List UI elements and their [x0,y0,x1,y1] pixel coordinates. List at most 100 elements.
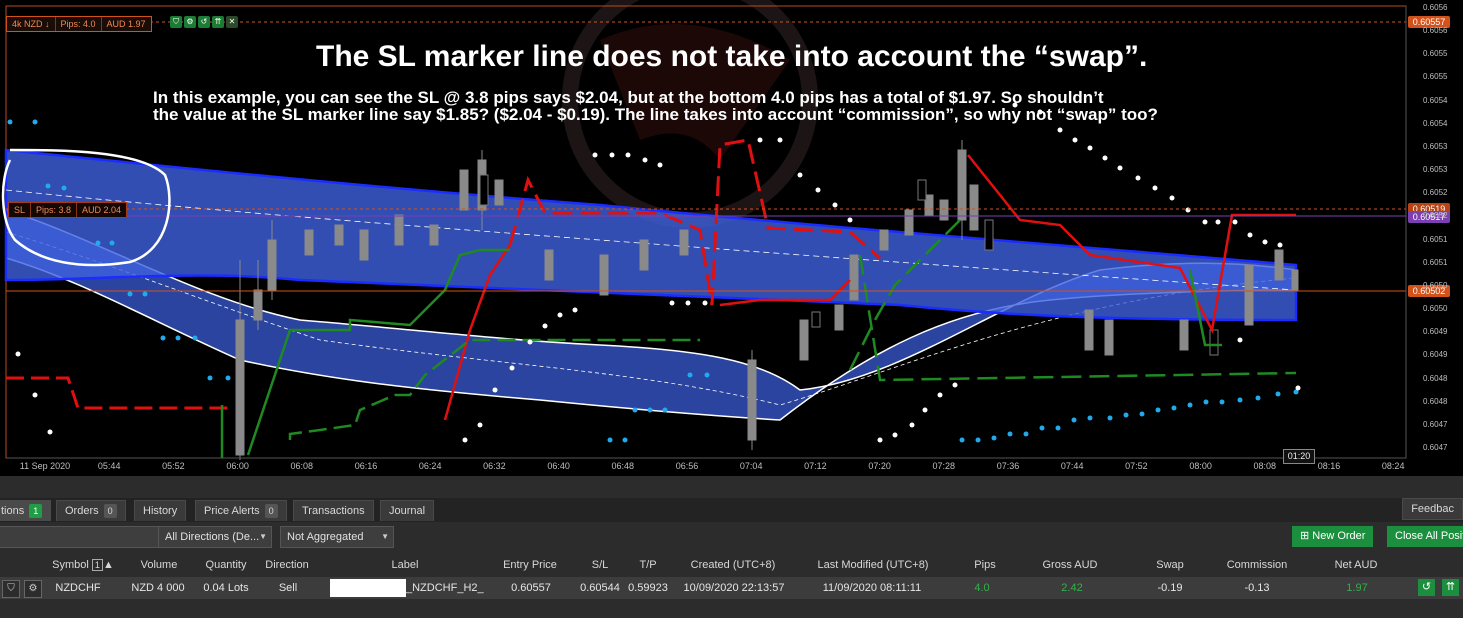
cell-symbol: NZDCHF [55,582,101,594]
position-pips: Pips: 4.0 [56,17,102,31]
x-tick-label: 08:24 [1381,461,1405,471]
y-tick-label: 0.6056 [1423,3,1448,12]
y-tick-label: 0.6052 [1423,188,1448,198]
sl-marker-chip[interactable]: SL Pips: 3.8 AUD 2.04 [8,202,128,218]
y-tick-label: 0.6054 [1423,118,1448,128]
column-header-created[interactable]: Created (UTC+8) [680,554,786,576]
reverse-icon[interactable]: ↺ [198,16,210,28]
column-header-pips[interactable]: Pips [960,554,1010,576]
sl-chip-label: SL [9,203,32,217]
chevron-down-icon: ▼ [381,532,389,541]
sl-chip-amount: AUD 2.04 [82,205,122,215]
column-header-commission[interactable]: Commission [1215,554,1299,576]
double-up-button[interactable]: ⇈ [1442,579,1459,596]
column-header-quantity[interactable]: Quantity [198,554,254,576]
cell-swap: -0.19 [1157,582,1183,594]
y-tick-label: 0.6049 [1423,350,1448,360]
position-amount: AUD 1.97 [106,19,146,29]
direction-filter-value: All Directions (De... [165,531,260,543]
x-tick-label: 05:52 [162,461,185,471]
annotation-line-1: In this example, you can see the SL @ 3.… [153,88,1104,107]
sort-up-icon: ▲ [102,559,114,571]
x-tick-label: 06:00 [226,461,249,471]
x-tick-label: 07:36 [996,461,1020,471]
y-tick-label: 0.6047 [1423,419,1448,429]
x-tick-label: 07:44 [1060,461,1084,471]
x-tick-label: 06:16 [354,461,378,471]
plus-icon: ⊞ [1300,530,1313,542]
close-position-icon[interactable]: ✕ [226,16,238,28]
cell-net: 1.97 [1346,582,1368,594]
y-tick-label: 0.6056 [1423,26,1448,36]
column-header-label: Symbol [52,559,89,571]
column-header-swap[interactable]: Swap [1130,554,1210,576]
cell-pips: 4.0 [974,582,990,594]
x-tick-label: 08:16 [1317,461,1341,471]
tab-transactions[interactable]: Transactions [293,500,374,521]
table-header: Symbol 1 ▲ Volume Quantity Direction Labe… [0,554,1463,576]
column-header-last-modified[interactable]: Last Modified (UTC+8) [808,554,938,576]
column-header-volume[interactable]: Volume [130,554,188,576]
position-marker-chip[interactable]: 4k NZD ↓ Pips: 4.0 AUD 1.97 [6,16,152,32]
x-tick-label: 06:56 [675,461,699,471]
table-row[interactable]: ⛉ ⚙ NZDCHF NZD 4 000 0.04 Lots Sell _NZD… [0,577,1463,599]
column-header-direction[interactable]: Direction [258,554,316,576]
tab-label: Orders [65,505,99,517]
filter-row: All Directions (De... ▼ Not Aggregated ▼ ⊞… [0,525,1463,551]
column-header-gross[interactable]: Gross AUD [1030,554,1110,576]
shield-icon[interactable]: ⛉ [170,16,182,28]
x-tick-label: 07:12 [804,461,827,471]
feedback-button[interactable]: Feedbac [1402,498,1463,520]
tab-positions[interactable]: tions 1 [0,500,52,521]
shield-icon[interactable]: ⛉ [2,580,20,598]
cell-sl: 0.60544 [580,582,620,594]
tab-orders[interactable]: Orders 0 [56,500,126,521]
gear-icon[interactable]: ⚙ [24,580,42,598]
reverse-position-button[interactable]: ↺ [1418,579,1435,596]
direction-filter[interactable]: All Directions (De... ▼ [158,526,272,548]
cell-created: 10/09/2020 22:13:57 [683,582,785,594]
cell-tp: 0.59923 [628,582,668,594]
x-tick-label: 07:28 [932,461,956,471]
annotation-title: The SL marker line does not take into ac… [316,40,1148,73]
new-order-button[interactable]: ⊞ New Order [1292,526,1374,547]
x-tick-label: 07:52 [1125,461,1148,471]
column-header-net[interactable]: Net AUD [1316,554,1396,576]
tab-count: 0 [264,504,278,518]
y-tick-label: 0.6048 [1423,373,1448,383]
y-tick-label: 0.6051 [1423,234,1448,244]
column-header-label[interactable]: Label [330,554,480,576]
gear-icon[interactable]: ⚙ [184,16,196,28]
tab-label: Transactions [302,505,365,517]
tab-history[interactable]: History [134,500,187,521]
tab-journal[interactable]: Journal [380,500,435,521]
new-order-label: New Order [1312,530,1366,542]
y-tick-label: 0.6053 [1423,165,1448,175]
column-header-symbol[interactable]: Symbol 1 ▲ [50,554,116,576]
x-tick-label: 06:32 [483,461,506,471]
y-tick-label: 0.6052 [1423,211,1448,221]
cell-direction: Sell [278,582,298,594]
cell-label: _NZDCHF_H2_ [406,582,484,594]
cell-modified: 11/09/2020 08:11:11 [822,582,922,594]
tab-count: 0 [103,504,117,518]
column-header-sl[interactable]: S/L [580,554,620,576]
column-header-tp[interactable]: T/P [628,554,668,576]
y-tick-label: 0.6055 [1423,72,1448,82]
search-input[interactable] [0,526,160,548]
tab-price-alerts[interactable]: Price Alerts 0 [195,500,287,521]
cell-gross: 2.42 [1061,582,1083,594]
candle-countdown: 01:20 [1283,449,1315,464]
y-tick-label: 0.6050 [1423,304,1448,314]
double-up-icon[interactable]: ⇈ [212,16,224,28]
panel-tabs: tions 1 Orders 0 History Price Alerts 0 Tra… [0,498,1463,522]
chart-area[interactable]: 4k NZD ↓ Pips: 4.0 AUD 1.97 ⛉ ⚙ ↺ ⇈ ✕ SL… [0,0,1463,476]
y-tick-label: 0.6055 [1423,49,1448,59]
column-header-entry-price[interactable]: Entry Price [496,554,564,576]
y-tick-label: 0.6048 [1423,396,1448,406]
close-all-button[interactable]: Close All Positi [1387,526,1463,547]
positions-panel: tions 1 Orders 0 History Price Alerts 0 Tra… [0,476,1463,618]
aggregation-filter[interactable]: Not Aggregated ▼ [280,526,394,548]
y-tick-label: 0.6050 [1423,280,1448,290]
x-tick-label: 06:24 [418,461,442,471]
